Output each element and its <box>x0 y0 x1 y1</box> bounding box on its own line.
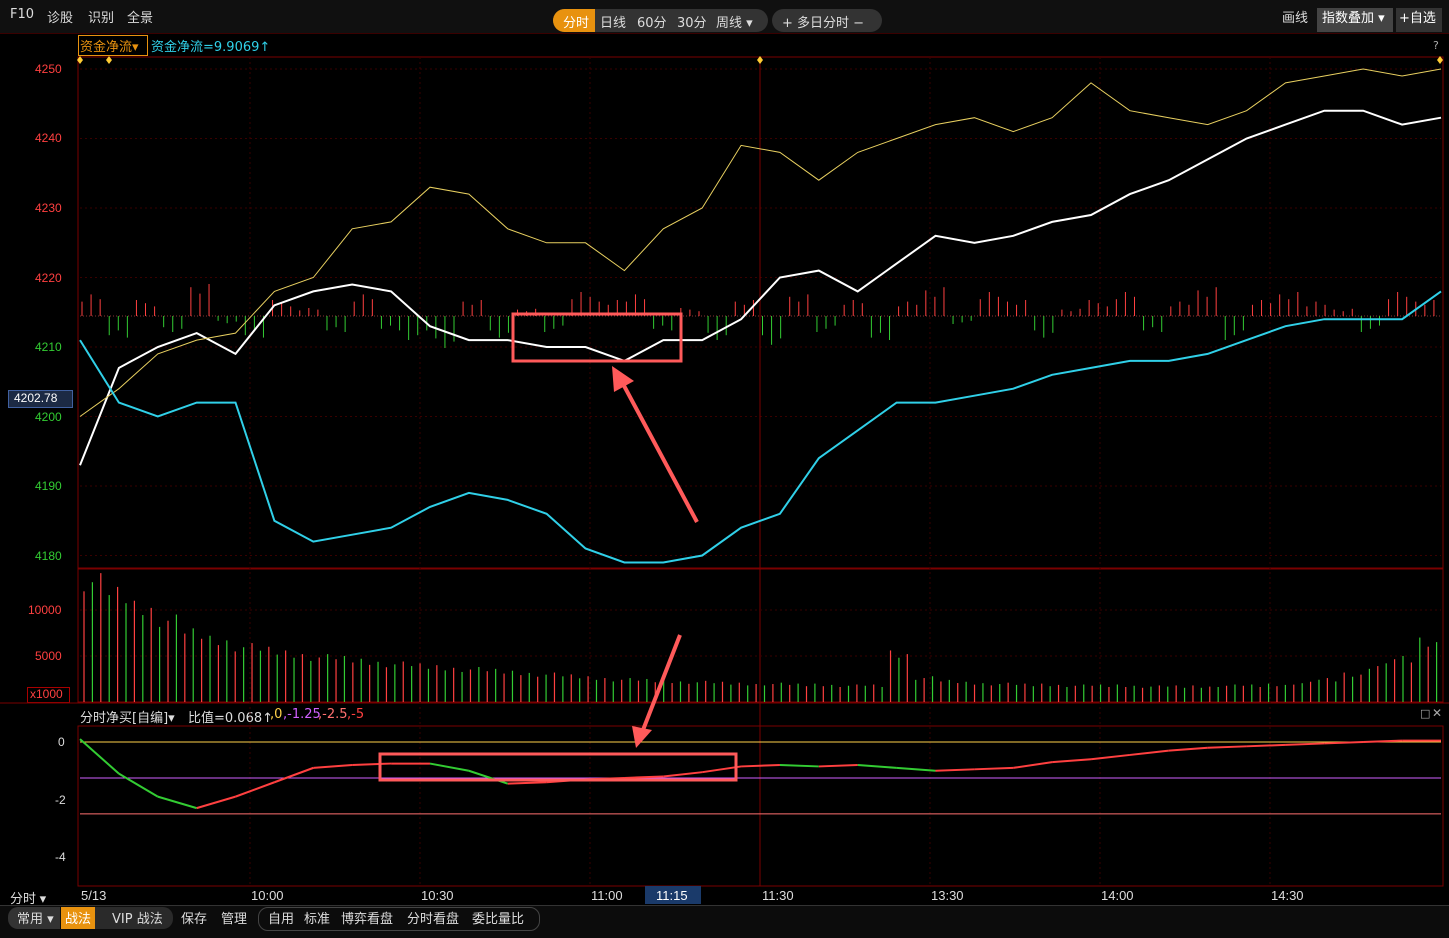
net-buy-segment <box>1246 743 1286 748</box>
time-tick: 14:30 <box>1271 888 1304 903</box>
highlight-box-main <box>511 312 683 363</box>
cursor-time: 11:15 <box>656 888 688 903</box>
tab-custom[interactable]: 自用 <box>268 908 294 927</box>
tab-game-view[interactable]: 博弈看盘 <box>341 908 393 927</box>
net-buy-segment <box>1168 746 1208 752</box>
net-buy-segment <box>313 764 353 769</box>
date-label: 5/13 <box>81 888 107 903</box>
net-buy-segment <box>935 768 975 772</box>
net-buy-segment <box>235 781 275 798</box>
tab-common[interactable]: 常用 ▾ <box>17 908 54 927</box>
arrow-shaft-up <box>620 381 699 523</box>
net-buy-segment <box>79 738 120 775</box>
net-buy-segment <box>1207 745 1247 749</box>
net-buy-segment <box>1090 753 1131 761</box>
panel-frames <box>0 56 1449 887</box>
net-buy-segment <box>507 781 547 785</box>
chart-grid <box>80 57 1441 886</box>
save-button[interactable]: 保存 <box>181 908 207 927</box>
tab-ratio-view[interactable]: 委比量比 <box>472 908 524 927</box>
net-buy-segment <box>741 764 780 768</box>
net-buy-segment <box>663 771 703 778</box>
time-tick: 13:30 <box>931 888 964 903</box>
tab-intraday-view[interactable]: 分时看盘 <box>407 908 459 927</box>
time-tick: 11:00 <box>591 888 623 903</box>
net-buy-segment <box>352 762 392 766</box>
net-buy-segment <box>857 764 897 769</box>
net-buy-segment <box>974 766 1014 771</box>
time-tick: 10:00 <box>251 888 284 903</box>
arrow-shaft-down <box>641 634 682 731</box>
tab-tactics[interactable]: 战法 <box>65 908 91 927</box>
net-buy-segment <box>196 795 236 810</box>
intraday-chart[interactable] <box>0 0 1449 905</box>
time-tick: 10:30 <box>421 888 454 903</box>
manage-button[interactable]: 管理 <box>221 908 247 927</box>
net-buy-segment <box>118 772 159 798</box>
net-buy-segment <box>157 795 197 810</box>
time-tick: 14:00 <box>1101 888 1134 903</box>
net-buy-segment <box>1052 758 1092 764</box>
tab-vip-tactics[interactable]: VIP 战法 <box>112 908 163 927</box>
highlight-box-sub <box>378 752 738 782</box>
time-tick: 11:30 <box>762 888 794 903</box>
net-buy-segment <box>429 762 470 772</box>
net-buy-segment <box>818 764 858 768</box>
net-buy-segment <box>1285 742 1325 746</box>
net-buy-segment <box>1013 761 1053 769</box>
net-buy-segment <box>1129 749 1169 756</box>
net-buy-segment <box>779 764 819 768</box>
bottom-tab-bar <box>0 905 1449 938</box>
tab-standard[interactable]: 标准 <box>304 908 330 927</box>
net-buy-segment <box>274 766 314 784</box>
arrow-head-down <box>632 726 652 748</box>
net-buy-segment <box>468 769 509 785</box>
